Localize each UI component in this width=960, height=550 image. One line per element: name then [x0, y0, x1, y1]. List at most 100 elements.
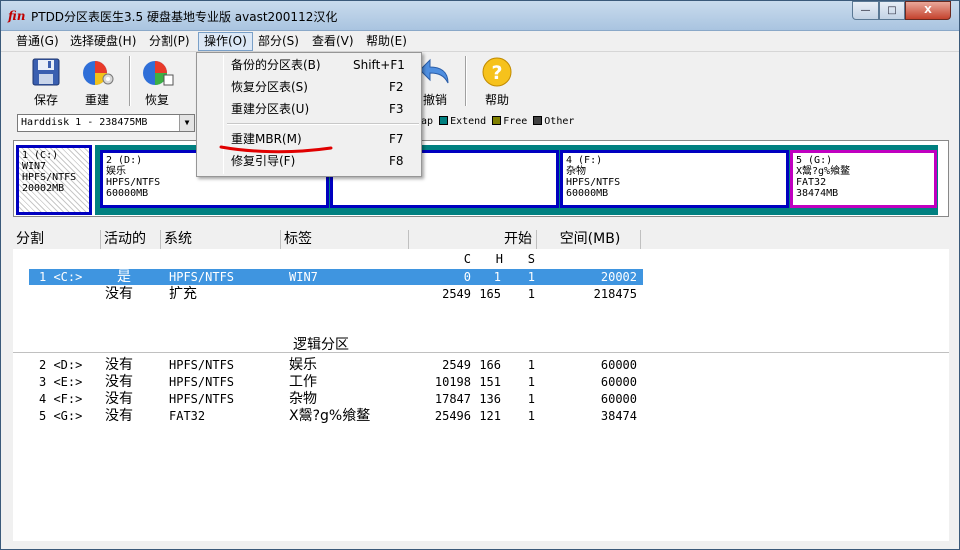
- table-row[interactable]: 5 <G:> 没有 FAT32 X鬶?g%飨鳌 25496 121 1 3847…: [13, 408, 649, 424]
- partition-id: 4 (F:): [566, 155, 603, 166]
- operations-dropdown-menu: 备份的分区表(B) Shift+F1 恢复分区表(S) F2 重建分区表(U) …: [196, 52, 422, 177]
- close-icon: X: [924, 5, 932, 16]
- menu-item-label: 备份的分区表(B): [231, 58, 321, 72]
- cell-label: WIN7: [289, 270, 318, 284]
- recover-label: 恢复: [144, 93, 169, 107]
- subheader-h: H: [495, 252, 503, 266]
- menu-help[interactable]: 帮助(E): [361, 32, 412, 51]
- partition-label: WIN7: [22, 161, 47, 172]
- minimize-button[interactable]: —: [852, 1, 879, 20]
- table-row[interactable]: 3 <E:> 没有 HPFS/NTFS 工作 10198 151 1 60000: [13, 374, 649, 390]
- cell-system: HPFS/NTFS: [169, 270, 235, 284]
- column-header-system[interactable]: 系统: [161, 230, 281, 249]
- rebuild-pie-icon: [80, 56, 114, 88]
- cell-size: 20002: [600, 270, 637, 284]
- chevron-down-icon[interactable]: ▼: [179, 115, 194, 131]
- cell-system: HPFS/NTFS: [169, 358, 235, 372]
- cell-size: 60000: [600, 375, 637, 389]
- partition-label: X鬶?g%飨鳌: [796, 166, 851, 177]
- app-icon[interactable]: ﬁn: [8, 9, 25, 23]
- help-button[interactable]: ? 帮助: [477, 56, 517, 110]
- cell-c: 17847: [434, 392, 471, 406]
- cell-label: 工作: [289, 374, 317, 390]
- table-row[interactable]: 1 <C:> 是 HPFS/NTFS WIN7 0 1 1 20002: [29, 269, 643, 285]
- legend-free-label: Free: [503, 116, 528, 127]
- cell-h: 165: [479, 287, 501, 301]
- legend-item: Extend: [439, 116, 486, 127]
- column-header-label[interactable]: 标签: [281, 230, 409, 249]
- cell-h: 136: [479, 392, 501, 406]
- disk-select-value: Harddisk 1 - 238475MB: [21, 117, 148, 128]
- menu-item-shortcut: F8: [389, 154, 404, 168]
- menu-separator: [227, 123, 419, 125]
- cell-h: 151: [479, 375, 501, 389]
- menu-item-backup-partition-table[interactable]: 备份的分区表(B) Shift+F1: [199, 55, 419, 75]
- partition-size: 60000MB: [106, 188, 149, 199]
- close-button[interactable]: X: [905, 1, 951, 20]
- cell-system: HPFS/NTFS: [169, 375, 235, 389]
- partition-fs: FAT32: [796, 177, 827, 188]
- menu-item-restore-partition-table[interactable]: 恢复分区表(S) F2: [199, 77, 419, 97]
- disk-partition-f[interactable]: 4 (F:) 杂物 HPFS/NTFS 60000MB: [560, 150, 789, 208]
- undo-label: 撤销: [422, 93, 447, 107]
- menu-select-disk[interactable]: 选择硬盘(H): [65, 32, 141, 51]
- disk-selector-row: Harddisk 1 - 238475MB ▼ wap Extend Free …: [1, 111, 959, 135]
- partition-list-header: 分割 活动的 系统 标签 开始 空间(MB): [13, 230, 949, 249]
- cell-active: 没有: [105, 286, 133, 302]
- legend-swatch: [492, 116, 502, 125]
- cell-s: 1: [527, 375, 535, 389]
- cell-system: FAT32: [169, 409, 206, 423]
- menu-item-shortcut: F2: [389, 80, 404, 94]
- cell-partition: 4 <F:>: [39, 392, 83, 406]
- title-bar[interactable]: ﬁn PTDD分区表医生3.5 硬盘基地专业版 avast200112汉化 — …: [1, 1, 959, 31]
- table-row[interactable]: 2 <D:> 没有 HPFS/NTFS 娱乐 2549 166 1 60000: [13, 357, 649, 373]
- cell-partition: 3 <E:>: [39, 375, 83, 389]
- partition-size: 60000MB: [566, 188, 609, 199]
- cell-active: 没有: [105, 408, 133, 424]
- partition-label: 杂物: [566, 166, 586, 177]
- cell-system: 扩充: [169, 286, 197, 302]
- cell-size: 60000: [600, 358, 637, 372]
- column-header-start[interactable]: 开始: [409, 230, 537, 249]
- menu-part[interactable]: 部分(S): [253, 32, 304, 51]
- recover-pie-icon: [140, 56, 174, 88]
- column-header-size[interactable]: 空间(MB): [537, 230, 641, 249]
- maximize-button[interactable]: □: [879, 1, 905, 20]
- legend-swatch: [439, 116, 449, 125]
- disk-partition-c[interactable]: 1 (C:) WIN7 HPFS/NTFS 20002MB: [16, 145, 92, 215]
- menu-item-shortcut: F3: [389, 102, 404, 116]
- section-title: 逻辑分区: [293, 337, 349, 353]
- cell-label: 娱乐: [289, 357, 317, 373]
- rebuild-button[interactable]: 重建: [75, 56, 119, 110]
- disk-map: 1 (C:) WIN7 HPFS/NTFS 20002MB 2 (D:) 娱乐 …: [13, 140, 949, 217]
- menu-general[interactable]: 普通(G): [11, 32, 64, 51]
- partition-list: C H S 1 <C:> 是 HPFS/NTFS WIN7 0 1 1 2000…: [13, 249, 949, 541]
- table-row[interactable]: 没有 扩充 2549 165 1 218475: [13, 286, 649, 302]
- menu-item-label: 恢复分区表(S): [231, 80, 308, 94]
- cell-size: 60000: [600, 392, 637, 406]
- legend-other-label: Other: [544, 116, 575, 127]
- menu-item-rebuild-partition-table[interactable]: 重建分区表(U) F3: [199, 99, 419, 119]
- legend-item: Other: [533, 116, 574, 127]
- menu-operations[interactable]: 操作(O): [198, 32, 253, 51]
- menu-partition[interactable]: 分割(P): [144, 32, 195, 51]
- cell-active: 没有: [105, 374, 133, 390]
- disk-select[interactable]: Harddisk 1 - 238475MB ▼: [17, 114, 195, 132]
- legend-extend-label: Extend: [450, 116, 487, 127]
- legend-swatch: [533, 116, 543, 125]
- column-header-partition[interactable]: 分割: [13, 230, 101, 249]
- column-header-active[interactable]: 活动的: [101, 230, 161, 249]
- table-row[interactable]: 4 <F:> 没有 HPFS/NTFS 杂物 17847 136 1 60000: [13, 391, 649, 407]
- save-button[interactable]: 保存: [27, 56, 65, 110]
- save-label: 保存: [33, 93, 58, 107]
- cell-s: 1: [527, 358, 535, 372]
- cell-label: 杂物: [289, 391, 317, 407]
- toolbar-separator: [129, 56, 131, 106]
- menu-view[interactable]: 查看(V): [307, 32, 359, 51]
- partition-legend: wap Extend Free Other: [415, 116, 574, 127]
- cell-s: 1: [527, 392, 535, 406]
- cell-partition: 2 <D:>: [39, 358, 83, 372]
- maximize-icon: □: [887, 5, 897, 16]
- recover-button[interactable]: 恢复: [137, 56, 177, 110]
- disk-partition-g[interactable]: 5 (G:) X鬶?g%飨鳌 FAT32 38474MB: [790, 150, 937, 208]
